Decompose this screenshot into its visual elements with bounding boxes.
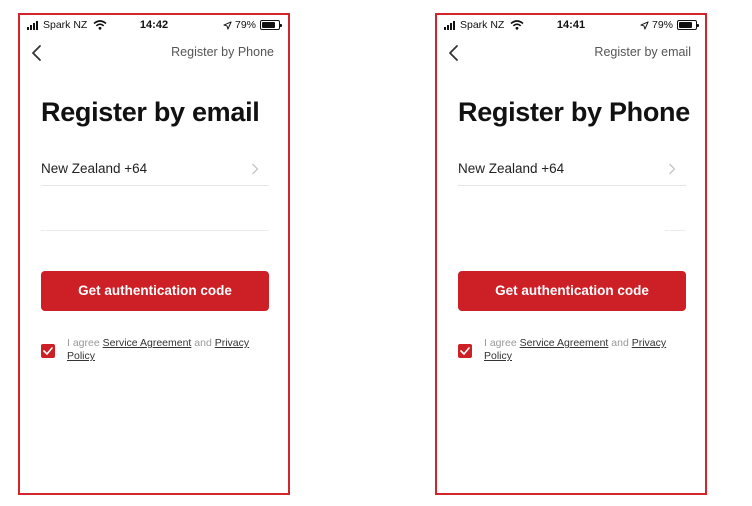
nav-bar: Register by email — [437, 41, 705, 63]
page-title: Register by email — [41, 97, 260, 127]
agree-and: and — [194, 337, 212, 349]
checkmark-icon — [460, 347, 470, 355]
switch-register-method-link[interactable]: Register by Phone — [171, 45, 274, 59]
battery-icon — [677, 20, 699, 30]
service-agreement-link[interactable]: Service Agreement — [520, 337, 609, 349]
agreement-row: I agree Service Agreement and Privacy Po… — [41, 337, 271, 367]
agree-checkbox[interactable] — [41, 344, 55, 358]
battery-percent: 79% — [651, 19, 673, 31]
phone-number-input[interactable] — [665, 201, 686, 231]
agree-prefix: I agree — [67, 337, 100, 349]
agree-and: and — [611, 337, 629, 349]
agree-prefix: I agree — [484, 337, 517, 349]
status-bar: Spark NZ 14:42 79% — [20, 17, 288, 33]
country-code-selector[interactable]: New Zealand +64 — [41, 157, 269, 186]
battery-percent: 79% — [234, 19, 256, 31]
phone-screen-register-email: Spark NZ 14:42 79% Register by Phone Reg… — [18, 13, 290, 495]
status-bar: Spark NZ 14:41 79% — [437, 17, 705, 33]
get-auth-code-button[interactable]: Get authentication code — [41, 271, 269, 311]
agreement-text: I agree Service Agreement and Privacy Po… — [67, 337, 271, 363]
email-input[interactable] — [41, 201, 269, 231]
chevron-right-icon — [252, 163, 259, 175]
location-arrow-icon — [640, 20, 649, 30]
agree-checkbox[interactable] — [458, 344, 472, 358]
get-auth-code-button[interactable]: Get authentication code — [458, 271, 686, 311]
country-code-value: New Zealand +64 — [458, 161, 565, 176]
service-agreement-link[interactable]: Service Agreement — [103, 337, 192, 349]
agreement-row: I agree Service Agreement and Privacy Po… — [458, 337, 688, 367]
phone-screen-register-phone: Spark NZ 14:41 79% Register by email Reg… — [435, 13, 707, 495]
chevron-right-icon — [669, 163, 676, 175]
country-code-value: New Zealand +64 — [41, 161, 148, 176]
checkmark-icon — [43, 347, 53, 355]
country-code-selector[interactable]: New Zealand +64 — [458, 157, 686, 186]
battery-icon — [260, 20, 282, 30]
location-arrow-icon — [223, 20, 232, 30]
agreement-text: I agree Service Agreement and Privacy Po… — [484, 337, 688, 363]
back-chevron-icon[interactable] — [30, 43, 44, 63]
switch-register-method-link[interactable]: Register by email — [594, 45, 691, 59]
page-title: Register by Phone — [458, 97, 690, 127]
nav-bar: Register by Phone — [20, 41, 288, 63]
back-chevron-icon[interactable] — [447, 43, 461, 63]
